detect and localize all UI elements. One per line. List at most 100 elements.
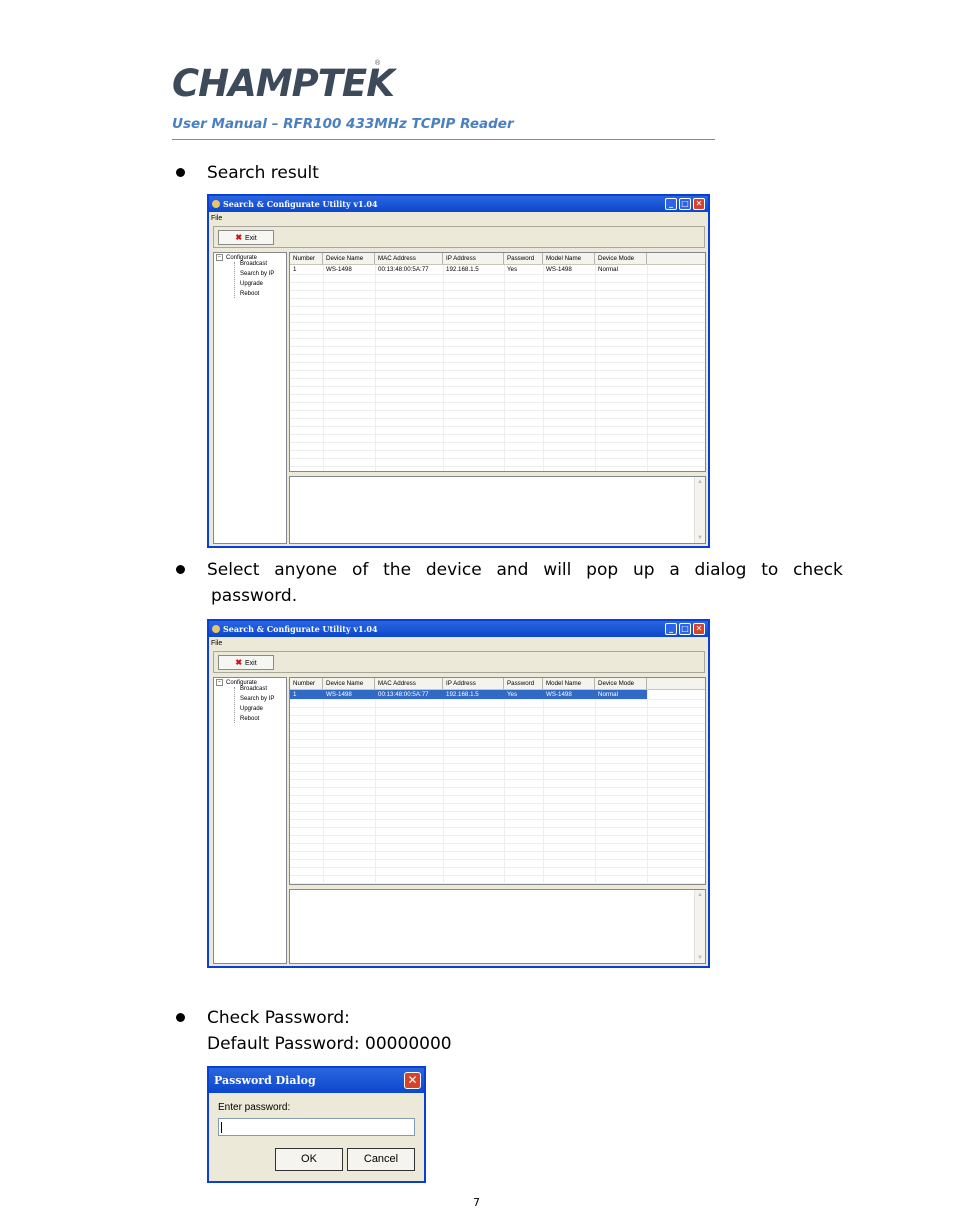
- menu-file[interactable]: File: [211, 640, 222, 647]
- tree-item-upgrade[interactable]: Upgrade: [240, 281, 263, 287]
- password-input[interactable]: [218, 1118, 415, 1136]
- utility-window-search-result: Search & Configurate Utility v1.04 _ □ ✕…: [207, 194, 710, 548]
- scroll-down-icon[interactable]: ▼: [696, 954, 704, 962]
- log-scrollbar[interactable]: ▲ ▼: [694, 890, 705, 963]
- scroll-up-icon[interactable]: ▲: [696, 891, 704, 899]
- tree-item-search-by-ip[interactable]: Search by IP: [240, 696, 274, 702]
- log-output-box[interactable]: ▲ ▼: [289, 889, 706, 964]
- log-scrollbar[interactable]: ▲ ▼: [694, 477, 705, 543]
- maximize-button[interactable]: □: [679, 623, 691, 635]
- window-title: Search & Configurate Utility v1.04: [223, 199, 378, 209]
- grid-row-line: [290, 715, 705, 716]
- grid-column-line: [543, 265, 544, 471]
- grid-column-line: [504, 265, 505, 471]
- search-app-icon: [212, 625, 220, 633]
- tree-item-broadcast[interactable]: Broadcast: [240, 686, 267, 692]
- grid-row-line: [290, 731, 705, 732]
- dialog-close-button[interactable]: ✕: [404, 1072, 421, 1089]
- dialog-titlebar: Password Dialog ✕: [209, 1068, 424, 1093]
- column-header-password[interactable]: Password: [504, 678, 543, 689]
- grid-row-line: [290, 827, 705, 828]
- tree-item-reboot[interactable]: Reboot: [240, 716, 259, 722]
- grid-row-line: [290, 795, 705, 796]
- page-number: 7: [473, 1196, 480, 1209]
- column-header-password[interactable]: Password: [504, 253, 543, 264]
- grid-row-line: [290, 699, 705, 700]
- column-header-ip-address[interactable]: IP Address: [443, 678, 504, 689]
- grid-row-line: [290, 346, 705, 347]
- column-header-device-name[interactable]: Device Name: [323, 678, 375, 689]
- header-divider: [172, 139, 715, 140]
- window-titlebar: Search & Configurate Utility v1.04 _ □ ✕: [209, 196, 708, 212]
- grid-row-line: [290, 282, 705, 283]
- column-header-device-mode[interactable]: Device Mode: [595, 253, 647, 264]
- select-device-text-line1: Select anyone of the device and will pop…: [207, 560, 843, 580]
- grid-row-line: [290, 290, 705, 291]
- grid-column-line: [443, 690, 444, 884]
- grid-row-line: [290, 867, 705, 868]
- minimize-button[interactable]: _: [665, 623, 677, 635]
- grid-row-line: [290, 779, 705, 780]
- column-header-device-mode[interactable]: Device Mode: [595, 678, 647, 689]
- column-header-number[interactable]: Number: [290, 253, 323, 264]
- tree-item-broadcast[interactable]: Broadcast: [240, 261, 267, 267]
- column-header-model-name[interactable]: Model Name: [543, 678, 595, 689]
- column-header-mac-address[interactable]: MAC Address: [375, 253, 443, 264]
- menu-file[interactable]: File: [211, 215, 222, 222]
- text-caret: [221, 1122, 222, 1133]
- grid-row-line: [290, 338, 705, 339]
- column-header-mac-address[interactable]: MAC Address: [375, 678, 443, 689]
- grid-row-line: [290, 298, 705, 299]
- grid-row-line: [290, 739, 705, 740]
- exit-button[interactable]: ✖ Exit: [218, 230, 274, 245]
- grid-row-line: [290, 819, 705, 820]
- column-header-number[interactable]: Number: [290, 678, 323, 689]
- exit-icon: ✖: [235, 233, 243, 242]
- grid-column-line: [647, 265, 648, 471]
- grid-row-line: [290, 771, 705, 772]
- grid-row-line: [290, 803, 705, 804]
- column-header-ip-address[interactable]: IP Address: [443, 253, 504, 264]
- password-label: Enter password:: [218, 1102, 291, 1113]
- grid-row-line: [290, 378, 705, 379]
- close-button[interactable]: ✕: [693, 198, 705, 210]
- toolbar: ✖ Exit: [213, 226, 705, 248]
- grid-row-line: [290, 811, 705, 812]
- exit-button[interactable]: ✖ Exit: [218, 655, 274, 670]
- cancel-button[interactable]: Cancel: [347, 1148, 415, 1171]
- grid-row-line: [290, 843, 705, 844]
- scroll-down-icon[interactable]: ▼: [696, 534, 704, 542]
- grid-column-line: [443, 265, 444, 471]
- minimize-button[interactable]: _: [665, 198, 677, 210]
- select-device-text-line2: password.: [211, 586, 298, 606]
- tree-item-upgrade[interactable]: Upgrade: [240, 706, 263, 712]
- grid-row-line: [290, 426, 705, 427]
- collapse-icon[interactable]: −: [216, 679, 223, 686]
- close-button[interactable]: ✕: [693, 623, 705, 635]
- default-password-text: Default Password: 00000000: [207, 1034, 452, 1054]
- tree-item-search-by-ip[interactable]: Search by IP: [240, 271, 274, 277]
- grid-row-line: [290, 835, 705, 836]
- grid-row-line: [290, 362, 705, 363]
- log-output-box[interactable]: ▲ ▼: [289, 476, 706, 544]
- manual-subtitle: User Manual – RFR100 433MHz TCPIP Reader: [172, 116, 514, 132]
- grid-row-line: [290, 314, 705, 315]
- champtek-logo: CHAMPTEK: [172, 62, 395, 105]
- ok-button[interactable]: OK: [275, 1148, 343, 1171]
- collapse-icon[interactable]: −: [216, 254, 223, 261]
- tree-item-reboot[interactable]: Reboot: [240, 291, 259, 297]
- grid-row-line: [290, 875, 705, 876]
- grid-column-line: [595, 690, 596, 884]
- grid-column-line: [323, 265, 324, 471]
- maximize-button[interactable]: □: [679, 198, 691, 210]
- grid-row-line: [290, 763, 705, 764]
- dialog-title: Password Dialog: [214, 1074, 316, 1087]
- password-dialog: Password Dialog ✕ Enter password: OK Can…: [207, 1066, 426, 1183]
- bullet-icon: [176, 565, 185, 574]
- search-app-icon: [212, 200, 220, 208]
- registered-mark: ®: [375, 60, 381, 67]
- column-header-device-name[interactable]: Device Name: [323, 253, 375, 264]
- column-header-model-name[interactable]: Model Name: [543, 253, 595, 264]
- scroll-up-icon[interactable]: ▲: [696, 478, 704, 486]
- table-header: Number Device Name MAC Address IP Addres…: [290, 253, 705, 265]
